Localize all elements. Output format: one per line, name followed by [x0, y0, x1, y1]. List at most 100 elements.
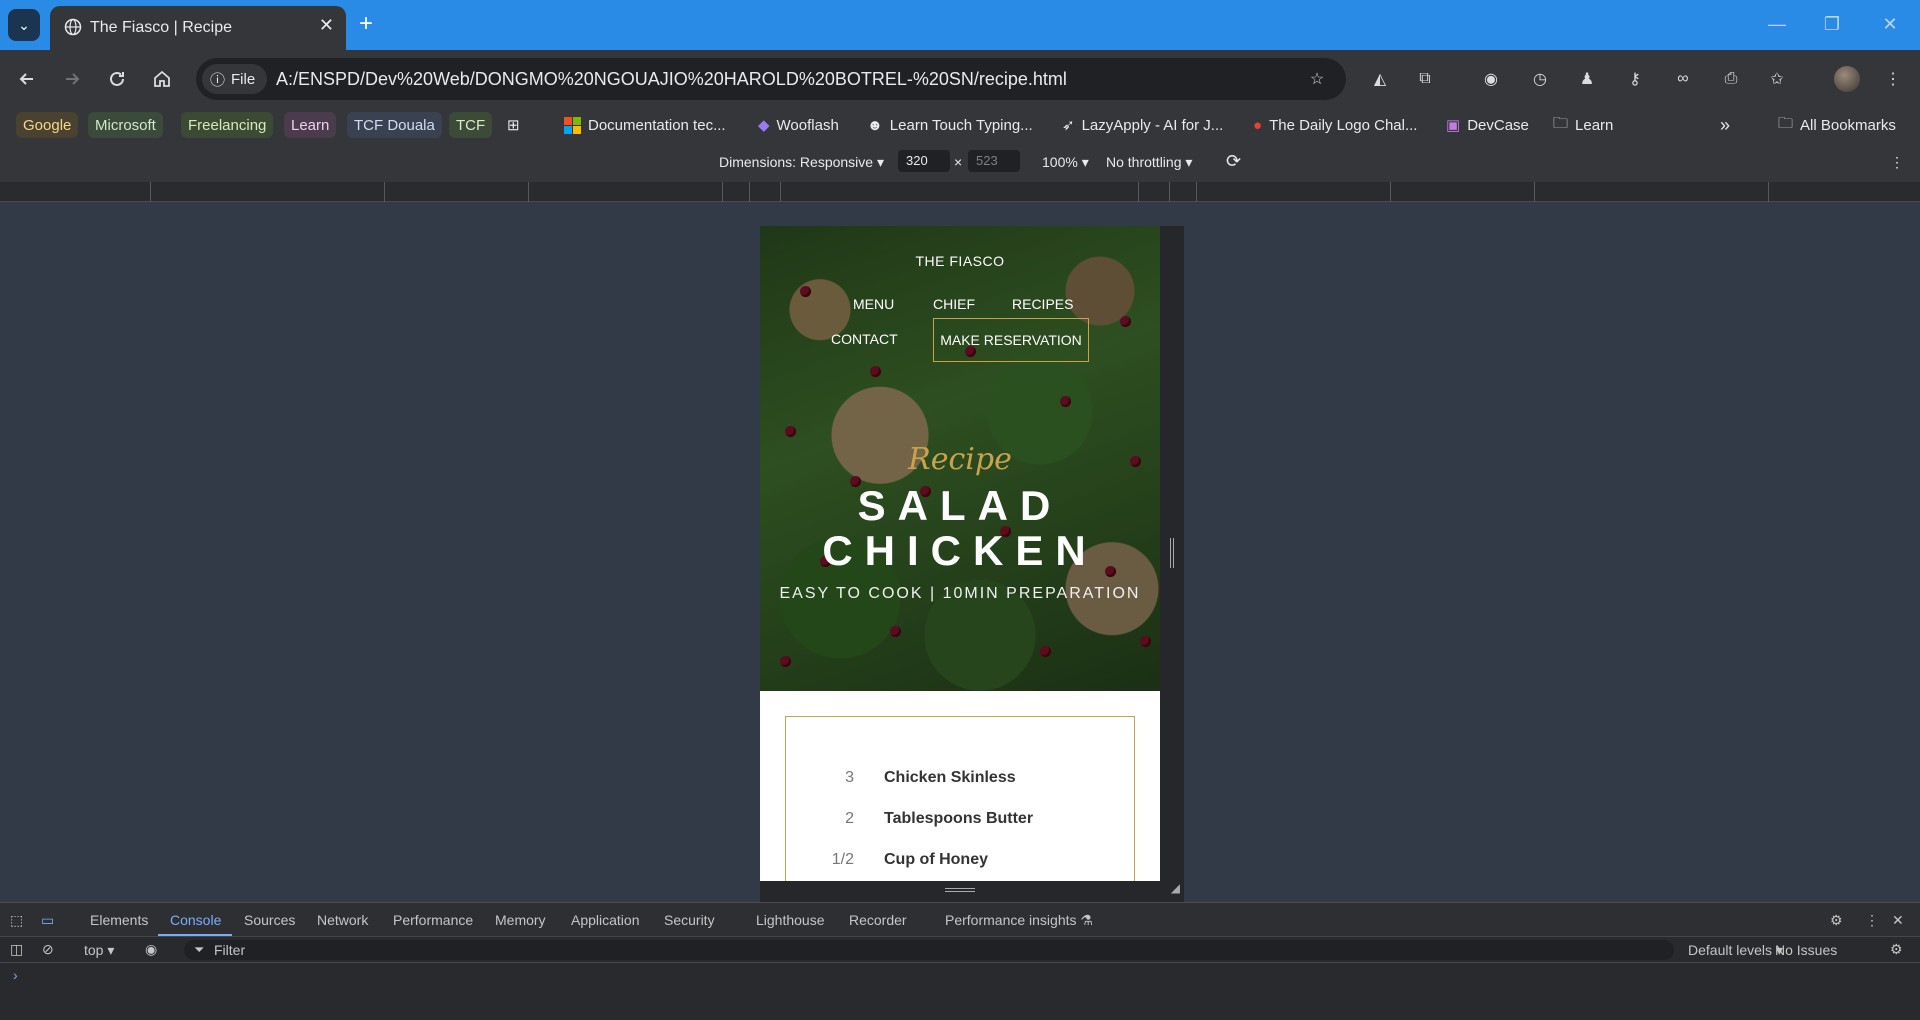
active-tab[interactable]: The Fiasco | Recipe ✕: [50, 6, 346, 50]
viewport-height-input[interactable]: 523: [968, 150, 1020, 172]
ingredient-quantity: 3: [845, 769, 854, 786]
restore-button[interactable]: ❐: [1812, 10, 1852, 38]
tab-application[interactable]: Application: [571, 912, 640, 928]
eye-icon[interactable]: ◉: [145, 941, 157, 958]
bookmark-devcase[interactable]: ▣ DevCase: [1446, 112, 1529, 138]
forward-button[interactable]: [57, 64, 87, 94]
bookmark-learn[interactable]: Learn: [284, 112, 337, 138]
tab-elements[interactable]: Elements: [90, 912, 148, 928]
nav-contact[interactable]: CONTACT: [831, 331, 898, 347]
bookmark-google[interactable]: Google: [16, 112, 79, 138]
tab-network[interactable]: Network: [317, 912, 368, 928]
all-bookmarks-button[interactable]: 🗀 All Bookmarks: [1778, 112, 1896, 138]
device-toggle-icon[interactable]: ▭: [41, 912, 54, 929]
dimension-separator: ×: [954, 154, 963, 170]
filter-placeholder: Filter: [214, 942, 246, 958]
recipe-subtitle: EASY TO COOK | 10MIN PREPARATION: [779, 585, 1141, 602]
arrow-left-icon: [19, 73, 33, 85]
console-filter-input[interactable]: ⏷ Filter: [184, 940, 1674, 960]
address-bar[interactable]: ⓘ File A:/ENSPD/Dev%20Web/DONGMO%20NGOUA…: [196, 58, 1346, 100]
site-info-label: File: [231, 70, 256, 88]
bookmark-microsoft[interactable]: Microsoft: [88, 112, 163, 138]
incognito-icon[interactable]: ♟: [1572, 64, 1602, 94]
tab-console[interactable]: Console: [170, 912, 221, 928]
close-window-button[interactable]: ✕: [1870, 10, 1910, 38]
tab-recorder[interactable]: Recorder: [849, 912, 907, 928]
sidebar-toggle-icon[interactable]: ◫: [10, 941, 23, 958]
url-text[interactable]: A:/ENSPD/Dev%20Web/DONGMO%20NGOUAJIO%20H…: [276, 69, 1067, 90]
bookmark-star-icon[interactable]: ☆: [1302, 64, 1332, 94]
inspect-element-icon[interactable]: ⬚: [10, 912, 23, 929]
context-selector[interactable]: top ▾: [84, 942, 114, 959]
media-query-ruler[interactable]: [0, 182, 1920, 202]
print-icon[interactable]: ⎙: [1716, 64, 1746, 94]
devtools-panel: ⬚ ▭ Elements Console Sources Network Per…: [0, 902, 1920, 1020]
console-prompt[interactable]: ›: [13, 967, 18, 983]
tab-performance-insights[interactable]: Performance insights ⚗: [945, 912, 1093, 929]
ingredient-row: 1/2 Cup of Honey: [786, 851, 1136, 875]
home-button[interactable]: [147, 64, 177, 94]
tab-memory[interactable]: Memory: [495, 912, 546, 928]
tab-performance[interactable]: Performance: [393, 912, 473, 928]
dimensions-dropdown[interactable]: Dimensions: Responsive ▾: [719, 154, 884, 171]
bookmark-documentation[interactable]: Documentation tec...: [564, 112, 726, 138]
bookmark-daily-logo[interactable]: ● The Daily Logo Chal...: [1253, 112, 1417, 138]
ingredient-row: 3 Chicken Skinless: [786, 769, 1136, 793]
resize-corner-icon[interactable]: ◢: [1171, 881, 1180, 895]
device-options-icon[interactable]: ⋮: [1890, 154, 1904, 171]
close-devtools-icon[interactable]: ✕: [1892, 912, 1904, 929]
avatar[interactable]: [1832, 64, 1862, 94]
bookmark-tcf[interactable]: TCF: [449, 112, 493, 138]
rotate-icon[interactable]: ⟳: [1226, 151, 1241, 172]
site-info-chip[interactable]: ⓘ File: [202, 64, 268, 94]
more-options-icon[interactable]: ⋮: [1865, 912, 1879, 929]
screenshot-icon[interactable]: ◉: [1476, 64, 1506, 94]
link-icon[interactable]: ∞: [1668, 64, 1698, 94]
ingredient-row: 2 Tablespoons Butter: [786, 810, 1136, 834]
clear-console-icon[interactable]: ⊘: [42, 941, 54, 958]
zoom-dropdown[interactable]: 100% ▾: [1042, 154, 1089, 171]
tab-security[interactable]: Security: [664, 912, 715, 928]
resize-handle-bottom[interactable]: ◢: [760, 881, 1184, 902]
dish-title-line-1: SALAD: [857, 482, 1063, 529]
info-icon: ⓘ: [210, 71, 226, 89]
bookmark-tcf-douala[interactable]: TCF Douala: [347, 112, 442, 138]
console-settings-icon[interactable]: ⚙: [1890, 941, 1903, 958]
new-tab-button[interactable]: +: [352, 10, 380, 38]
bookmark-wooflash[interactable]: ◆ Wooflash: [758, 112, 839, 138]
minimize-button[interactable]: —: [1757, 10, 1797, 38]
bookmark-folder-learn[interactable]: 🗀 Learn: [1553, 112, 1613, 138]
throttling-dropdown[interactable]: No throttling ▾: [1106, 154, 1192, 171]
bookmark-lazyapply[interactable]: ➶ LazyApply - AI for J...: [1062, 112, 1223, 138]
nav-menu[interactable]: MENU: [853, 296, 894, 312]
nav-recipes[interactable]: RECIPES: [1012, 296, 1073, 312]
resize-handle-right[interactable]: [1160, 226, 1184, 902]
log-levels-dropdown[interactable]: Default levels ▾: [1688, 942, 1783, 959]
kebab-menu-icon[interactable]: ⋮: [1878, 64, 1908, 94]
apps-grid-icon[interactable]: ⊞: [507, 112, 520, 138]
puzzle-icon[interactable]: ⧉: [1410, 64, 1440, 94]
reload-button[interactable]: [102, 64, 132, 94]
viewport-width-input[interactable]: 320: [898, 150, 950, 172]
tab-sources[interactable]: Sources: [244, 912, 295, 928]
close-tab-icon[interactable]: ✕: [319, 15, 334, 36]
device-toolbar: Dimensions: Responsive ▾ 320 × 523 100% …: [0, 142, 1920, 182]
devtools-tabbar: ⬚ ▭ Elements Console Sources Network Per…: [0, 903, 1920, 937]
history-icon[interactable]: ◷: [1525, 64, 1555, 94]
console-toolbar: ◫ ⊘ top ▾ ◉ ⏷ Filter Default levels ▾ No…: [0, 937, 1920, 963]
nav-chief[interactable]: CHIEF: [933, 296, 975, 312]
back-button[interactable]: [12, 64, 42, 94]
issues-counter[interactable]: No Issues: [1775, 942, 1837, 958]
bookmarks-icon[interactable]: ✩: [1762, 64, 1792, 94]
bookmark-freelancing[interactable]: Freelancing: [181, 112, 274, 138]
key-icon[interactable]: ⚷: [1620, 64, 1650, 94]
site-brand[interactable]: THE FIASCO: [760, 253, 1160, 269]
gear-icon[interactable]: ⚙: [1830, 912, 1843, 929]
tab-search-button[interactable]: ⌄: [8, 9, 40, 41]
tab-lighthouse[interactable]: Lighthouse: [756, 912, 825, 928]
daily-logo-icon: ●: [1253, 116, 1263, 134]
bookmark-typing[interactable]: ☻ Learn Touch Typing...: [867, 112, 1033, 138]
make-reservation-button[interactable]: MAKE RESERVATION: [933, 318, 1089, 362]
extension-icon-1[interactable]: ◭: [1365, 64, 1395, 94]
more-bookmarks-button[interactable]: »: [1720, 112, 1730, 138]
